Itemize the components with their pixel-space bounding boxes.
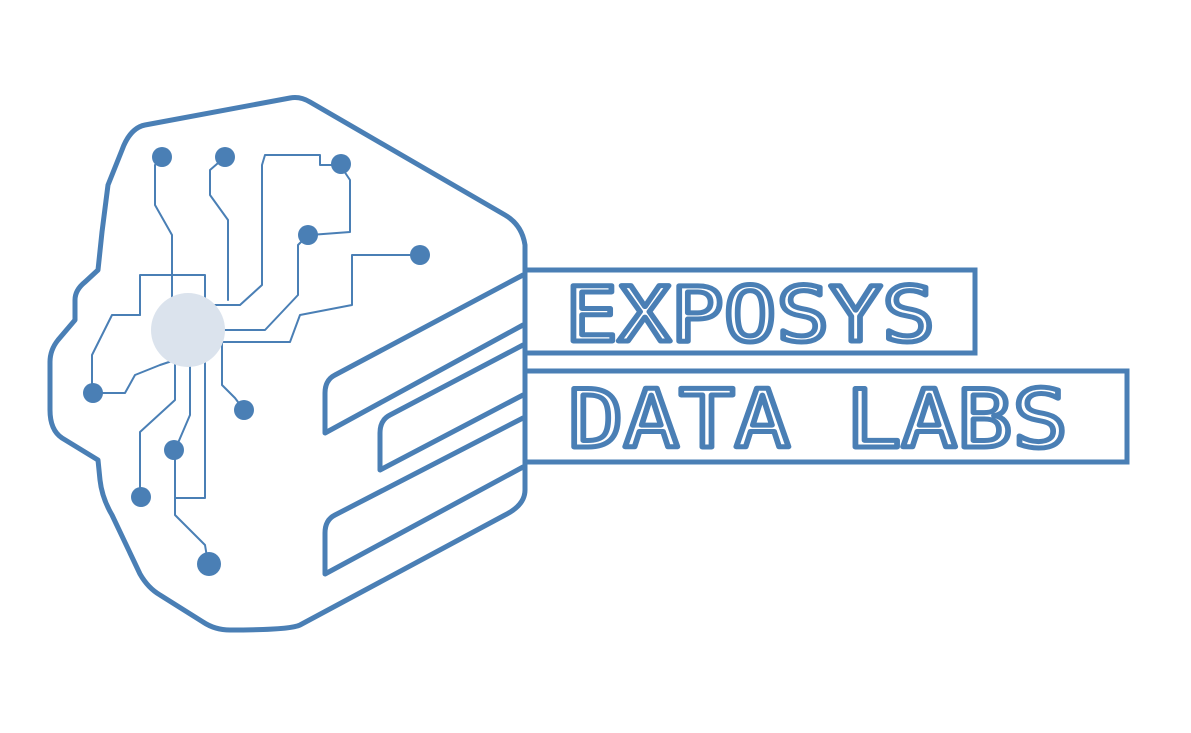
brand-line-2: DATA LABS xyxy=(568,373,1068,466)
trace xyxy=(209,156,229,301)
central-chip xyxy=(151,293,225,367)
brand-line-1: EXPOSYS xyxy=(565,270,935,359)
node xyxy=(131,487,151,507)
diagonal-bar-3 xyxy=(322,415,526,577)
trace xyxy=(174,449,209,564)
trace xyxy=(214,154,341,306)
node xyxy=(152,147,172,167)
trace xyxy=(309,164,351,236)
diagonal-bars xyxy=(322,272,526,577)
node xyxy=(298,225,318,245)
wordmark: EXPOSYS DATA LABS xyxy=(522,267,1130,469)
node xyxy=(197,552,221,576)
circuit-nodes xyxy=(83,147,430,576)
brain-circuit-emblem xyxy=(47,95,528,633)
node xyxy=(83,383,103,403)
node xyxy=(331,154,351,174)
exposys-data-labs-logo: EXPOSYS DATA LABS xyxy=(47,95,1130,633)
node xyxy=(234,400,254,420)
trace xyxy=(91,314,141,394)
node xyxy=(410,245,430,265)
node xyxy=(215,147,235,167)
trace xyxy=(154,156,173,311)
node xyxy=(164,440,184,460)
trace xyxy=(91,359,176,394)
trace xyxy=(139,359,176,498)
trace xyxy=(221,339,245,411)
trace xyxy=(174,364,191,451)
